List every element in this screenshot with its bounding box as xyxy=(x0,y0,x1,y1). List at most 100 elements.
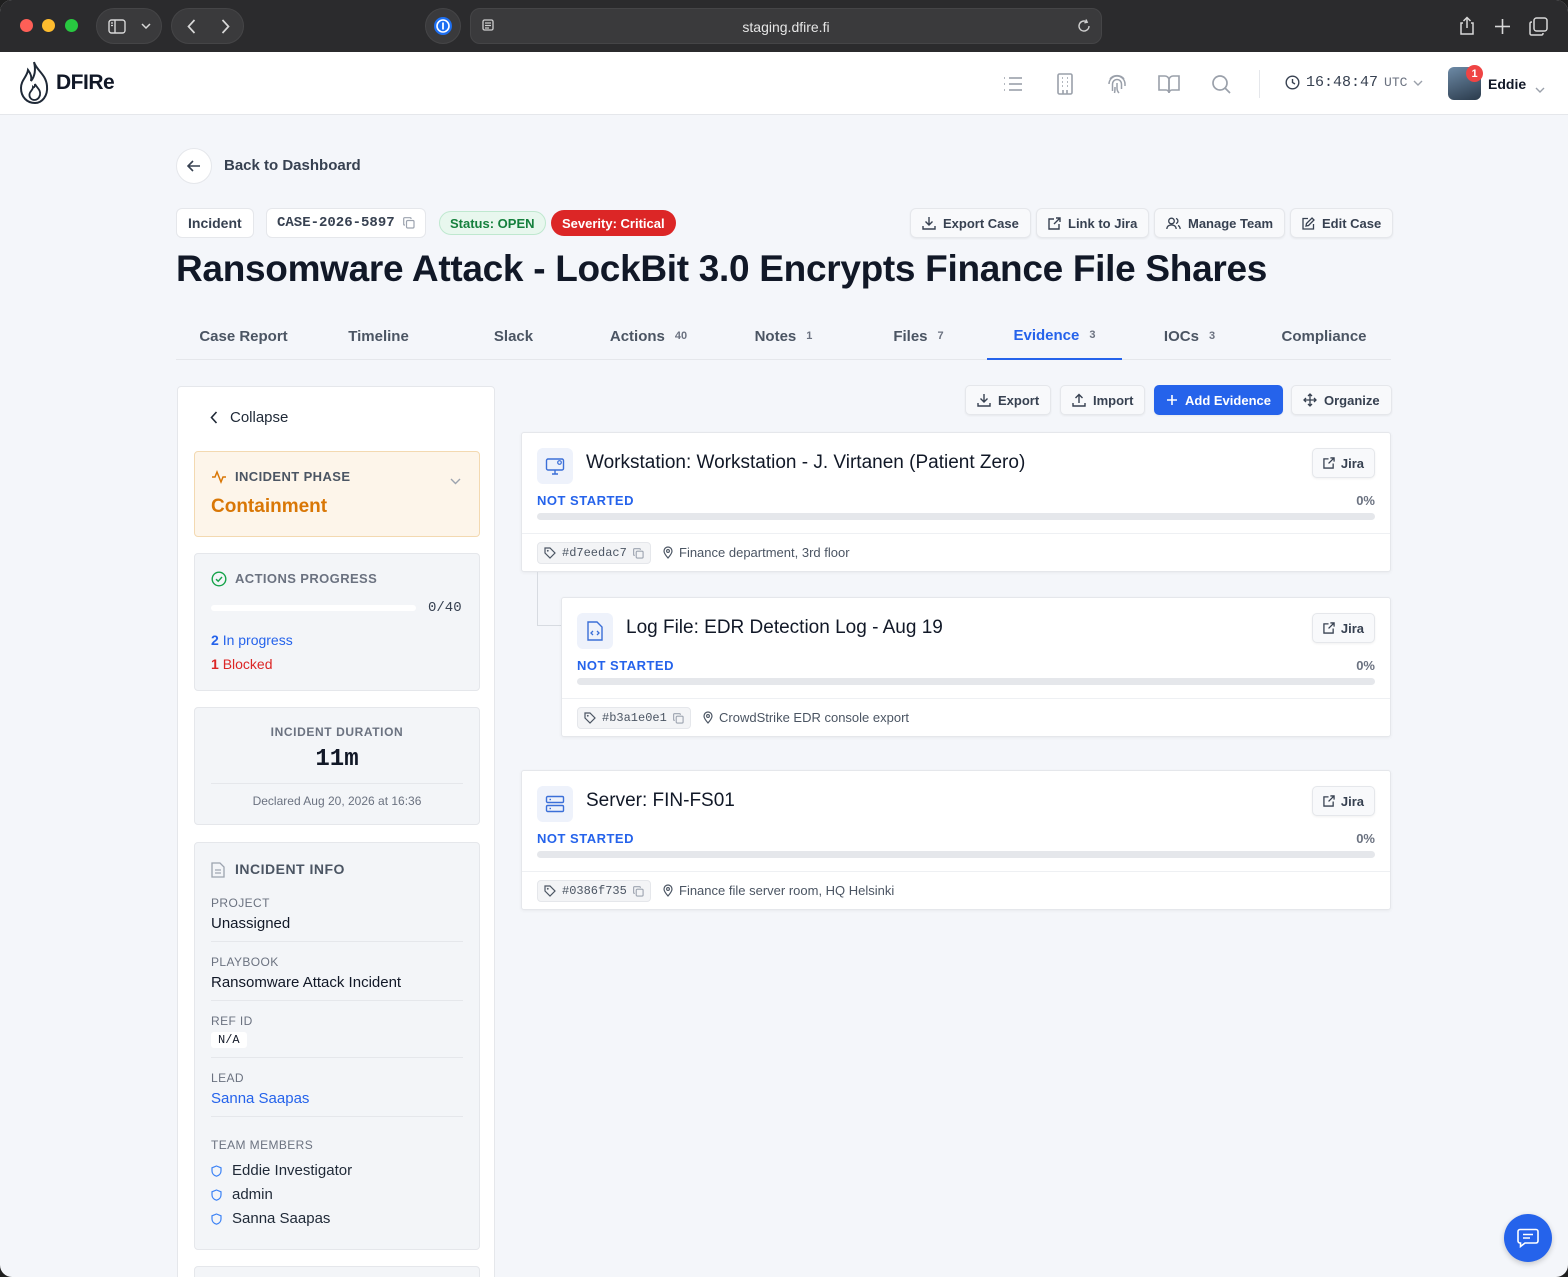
evidence-hash-chip[interactable]: #b3a1e0e1 xyxy=(577,707,691,729)
copy-icon[interactable] xyxy=(402,217,415,229)
sidebar-toggle-group xyxy=(96,8,162,44)
notification-badge[interactable]: 1 xyxy=(1466,65,1483,82)
playbook-value: Ransomware Attack Incident xyxy=(211,974,402,991)
export-case-button[interactable]: Export Case xyxy=(910,208,1031,238)
forward-arrow-icon[interactable] xyxy=(208,9,242,43)
back-arrow-icon[interactable] xyxy=(174,9,208,43)
tab-case-report[interactable]: Case Report xyxy=(176,312,311,360)
book-icon[interactable] xyxy=(1157,72,1181,96)
tab-actions[interactable]: Actions 40 xyxy=(581,312,716,360)
tab-compliance[interactable]: Compliance xyxy=(1257,312,1391,360)
collapse-button[interactable]: Collapse xyxy=(210,409,288,426)
copy-icon[interactable] xyxy=(672,712,684,724)
copy-icon[interactable] xyxy=(632,885,644,897)
phase-value: Containment xyxy=(211,496,328,517)
duration-value: 11m xyxy=(315,746,359,773)
dfire-logo[interactable]: DFIRe xyxy=(18,60,115,106)
list-icon[interactable] xyxy=(1001,72,1025,96)
team-member: Sanna Saapas xyxy=(211,1210,330,1227)
tab-overview-icon[interactable] xyxy=(1529,17,1548,41)
copy-icon[interactable] xyxy=(632,547,644,559)
case-sidebar: Collapse INCIDENT PHASE Containment ACTI… xyxy=(177,386,495,1277)
tab-iocs[interactable]: IOCs 3 xyxy=(1122,312,1257,360)
flame-icon xyxy=(19,61,49,105)
tab-count: 40 xyxy=(674,330,688,342)
evidence-title[interactable]: Log File: EDR Detection Log - Aug 19 xyxy=(626,617,943,639)
fingerprint-icon[interactable] xyxy=(1105,72,1129,96)
map-pin-icon xyxy=(663,884,673,897)
tab-notes[interactable]: Notes 1 xyxy=(716,312,851,360)
case-id-chip[interactable]: CASE-2026-5897 xyxy=(266,208,426,238)
building-icon[interactable] xyxy=(1053,72,1077,96)
evidence-card[interactable]: Log File: EDR Detection Log - Aug 19 Jir… xyxy=(561,597,1391,737)
user-name[interactable]: Eddie xyxy=(1488,76,1526,92)
evidence-hash-chip[interactable]: #0386f735 xyxy=(537,880,651,902)
users-icon xyxy=(1166,217,1181,229)
chat-button[interactable] xyxy=(1504,1214,1552,1262)
arrow-left-icon xyxy=(187,160,200,172)
close-window-button[interactable] xyxy=(20,19,33,32)
refid-value: N/A xyxy=(211,1032,247,1048)
evidence-card[interactable]: Workstation: Workstation - J. Virtanen (… xyxy=(521,432,1391,572)
link-to-jira-label: Link to Jira xyxy=(1068,215,1138,231)
back-button[interactable] xyxy=(176,148,212,184)
search-icon[interactable] xyxy=(1209,72,1233,96)
divider xyxy=(522,533,1390,534)
incident-info-card: INCIDENT INFO PROJECT Unassigned PLAYBOO… xyxy=(194,842,480,1250)
evidence-title[interactable]: Workstation: Workstation - J. Virtanen (… xyxy=(586,452,1025,474)
app-header: DFIRe 16:48:47 UTC 1 Eddie xyxy=(0,52,1568,115)
external-link-icon xyxy=(1048,216,1061,230)
chevron-down-icon[interactable] xyxy=(1535,80,1545,98)
evidence-progress-percent: 0% xyxy=(1356,493,1375,508)
back-to-dashboard-link[interactable]: Back to Dashboard xyxy=(224,157,361,174)
tab-timeline[interactable]: Timeline xyxy=(311,312,446,360)
utc-clock[interactable]: 16:48:47 UTC xyxy=(1285,74,1423,91)
link-to-jira-button[interactable]: Link to Jira xyxy=(1036,208,1150,238)
edit-case-button[interactable]: Edit Case xyxy=(1290,208,1394,238)
divider xyxy=(211,1000,463,1001)
logo-text: DFIRe xyxy=(56,71,115,94)
jira-button[interactable]: Jira xyxy=(1311,786,1375,816)
minimize-window-button[interactable] xyxy=(42,19,55,32)
url-text: staging.dfire.fi xyxy=(742,19,830,35)
password-manager-icon[interactable] xyxy=(425,8,461,44)
reload-icon[interactable] xyxy=(1077,19,1091,38)
page-title: Ransomware Attack - LockBit 3.0 Encrypts… xyxy=(176,248,1268,289)
add-evidence-button[interactable]: Add Evidence xyxy=(1154,385,1283,415)
jira-button[interactable]: Jira xyxy=(1311,448,1375,478)
blocked-link[interactable]: 1 Blocked xyxy=(211,656,273,672)
tab-slack[interactable]: Slack xyxy=(446,312,581,360)
new-tab-icon[interactable] xyxy=(1494,18,1511,40)
status-badge: Status: OPEN xyxy=(439,211,546,235)
evidence-progress-percent: 0% xyxy=(1356,658,1375,673)
lead-link[interactable]: Sanna Saapas xyxy=(211,1090,309,1107)
import-evidence-button[interactable]: Import xyxy=(1060,385,1146,415)
incident-duration-card: INCIDENT DURATION 11m Declared Aug 20, 2… xyxy=(194,707,480,825)
organize-button[interactable]: Organize xyxy=(1291,385,1392,415)
browser-toolbar: staging.dfire.fi xyxy=(0,0,1568,52)
evidence-card[interactable]: Server: FIN-FS01 Jira NOT STARTED 0% #03… xyxy=(521,770,1391,910)
edit-case-label: Edit Case xyxy=(1322,215,1382,231)
address-bar[interactable]: staging.dfire.fi xyxy=(470,8,1102,44)
tag-icon xyxy=(544,885,556,897)
lead-label: LEAD xyxy=(211,1071,244,1085)
share-icon[interactable] xyxy=(1458,16,1476,41)
tab-evidence[interactable]: Evidence 3 xyxy=(987,312,1122,360)
manage-team-button[interactable]: Manage Team xyxy=(1154,208,1286,238)
check-circle-icon xyxy=(211,571,227,592)
in-progress-link[interactable]: 2 In progress xyxy=(211,632,293,648)
evidence-location: Finance file server room, HQ Helsinki xyxy=(663,883,894,898)
chevron-down-icon[interactable] xyxy=(129,9,163,43)
refid-label: REF ID xyxy=(211,1014,253,1028)
export-evidence-button[interactable]: Export xyxy=(965,385,1052,415)
chevron-down-icon[interactable] xyxy=(450,472,461,490)
download-icon xyxy=(922,217,936,230)
incident-phase-card[interactable]: INCIDENT PHASE Containment xyxy=(194,451,480,537)
zoom-window-button[interactable] xyxy=(65,19,78,32)
shield-icon xyxy=(211,1212,222,1225)
evidence-title[interactable]: Server: FIN-FS01 xyxy=(586,790,735,812)
evidence-hash-chip[interactable]: #d7eedac7 xyxy=(537,542,651,564)
evidence-progress-percent: 0% xyxy=(1356,831,1375,846)
tab-files[interactable]: Files 7 xyxy=(851,312,986,360)
jira-button[interactable]: Jira xyxy=(1311,613,1375,643)
